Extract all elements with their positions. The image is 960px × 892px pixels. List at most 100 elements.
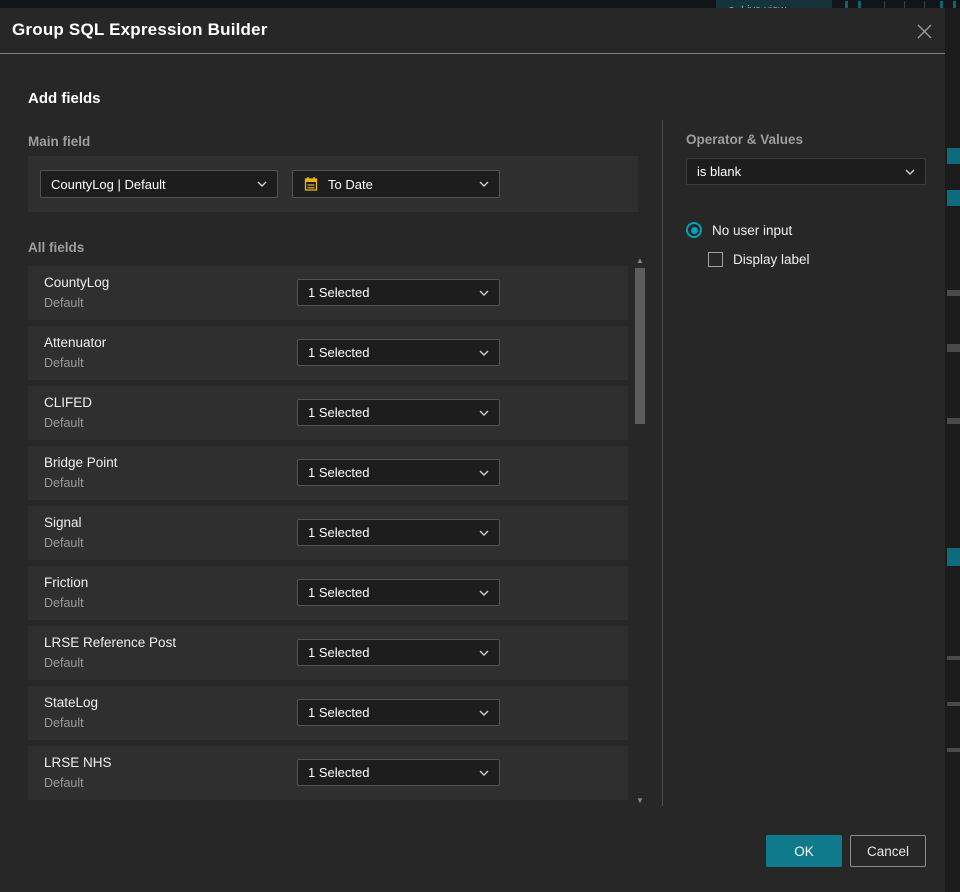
scrollbar-thumb[interactable] [635, 268, 645, 424]
operator-dropdown[interactable]: is blank [686, 158, 926, 185]
sliver-fragment [947, 748, 960, 752]
chevron-down-icon [479, 470, 489, 476]
sliver-fragment [947, 344, 960, 352]
sliver-fragment [947, 656, 960, 660]
field-sublabel: Default [44, 716, 84, 730]
dialog-titlebar: Group SQL Expression Builder [0, 8, 945, 54]
chevron-down-icon [479, 410, 489, 416]
live-view-button[interactable]: Live view [716, 0, 832, 8]
field-selection-dropdown[interactable]: 1 Selected [297, 759, 500, 786]
chevron-down-icon [479, 181, 489, 187]
field-row[interactable]: LRSE NHS Default 1 Selected [28, 746, 628, 800]
chevron-down-icon [479, 590, 489, 596]
toolbar-separator [884, 1, 885, 8]
main-field-dropdown-value: CountyLog | Default [51, 176, 166, 192]
date-type-dropdown[interactable]: To Date [292, 170, 500, 198]
field-selection-value: 1 Selected [308, 285, 370, 300]
close-button[interactable] [909, 16, 939, 46]
main-field-heading: Main field [28, 134, 91, 149]
field-selection-dropdown[interactable]: 1 Selected [297, 399, 500, 426]
field-selection-value: 1 Selected [308, 525, 370, 540]
sliver-fragment [947, 702, 960, 706]
toolbar-separator [904, 1, 905, 8]
toolbar-fragment [940, 1, 943, 8]
main-field-dropdown[interactable]: CountyLog | Default [40, 170, 278, 198]
all-fields-list: CountyLog Default 1 Selected Attenuator … [28, 266, 628, 806]
dialog-title: Group SQL Expression Builder [12, 20, 268, 39]
fields-scrollbar[interactable]: ▲ ▼ [634, 256, 646, 806]
field-sublabel: Default [44, 296, 84, 310]
no-user-input-radio[interactable]: No user input [686, 222, 792, 238]
toolbar-separator [924, 1, 925, 8]
field-selection-dropdown[interactable]: 1 Selected [297, 579, 500, 606]
field-selection-dropdown[interactable]: 1 Selected [297, 699, 500, 726]
field-row[interactable]: LRSE Reference Post Default 1 Selected [28, 626, 628, 680]
field-selection-dropdown[interactable]: 1 Selected [297, 639, 500, 666]
display-label-label: Display label [733, 252, 810, 267]
ok-button[interactable]: OK [766, 835, 842, 867]
field-name: StateLog [44, 695, 99, 710]
field-name: LRSE Reference Post [44, 635, 177, 650]
field-name: CountyLog [44, 275, 110, 290]
field-sublabel: Default [44, 656, 84, 670]
field-selection-value: 1 Selected [308, 645, 370, 660]
field-row[interactable]: StateLog Default 1 Selected [28, 686, 628, 740]
field-name: Bridge Point [44, 455, 118, 470]
field-sublabel: Default [44, 596, 84, 610]
display-label-checkbox[interactable]: Display label [708, 252, 810, 267]
chevron-down-icon [479, 290, 489, 296]
sliver-fragment [947, 548, 960, 566]
field-name: CLIFED [44, 395, 93, 410]
operator-dropdown-value: is blank [697, 164, 742, 179]
chevron-down-icon [905, 169, 915, 175]
chevron-down-icon [479, 650, 489, 656]
add-fields-heading: Add fields [28, 90, 101, 107]
field-row[interactable]: Attenuator Default 1 Selected [28, 326, 628, 380]
chevron-down-icon [479, 350, 489, 356]
toolbar-fragment [953, 1, 956, 8]
main-field-container: CountyLog | Default To Date [28, 156, 638, 212]
group-sql-expression-builder-dialog: Group SQL Expression Builder Add fields … [0, 8, 945, 892]
close-icon [917, 24, 931, 38]
field-row[interactable]: CountyLog Default 1 Selected [28, 266, 628, 320]
chevron-down-icon [479, 530, 489, 536]
field-row[interactable]: CLIFED Default 1 Selected [28, 386, 628, 440]
field-selection-dropdown[interactable]: 1 Selected [297, 279, 500, 306]
field-name: LRSE NHS [44, 755, 112, 770]
chevron-down-icon [257, 181, 267, 187]
toolbar-fragment [845, 1, 848, 8]
field-row[interactable]: Signal Default 1 Selected [28, 506, 628, 560]
scrollbar-down-arrow-icon[interactable]: ▼ [634, 796, 646, 806]
field-sublabel: Default [44, 476, 84, 490]
field-sublabel: Default [44, 356, 84, 370]
field-selection-dropdown[interactable]: 1 Selected [297, 339, 500, 366]
field-row[interactable]: Friction Default 1 Selected [28, 566, 628, 620]
operator-values-heading: Operator & Values [686, 132, 804, 147]
field-selection-value: 1 Selected [308, 405, 370, 420]
field-row[interactable]: Bridge Point Default 1 Selected [28, 446, 628, 500]
field-name: Signal [44, 515, 82, 530]
sliver-fragment [947, 418, 960, 424]
field-selection-dropdown[interactable]: 1 Selected [297, 519, 500, 546]
field-selection-value: 1 Selected [308, 765, 370, 780]
chevron-down-icon [479, 770, 489, 776]
field-sublabel: Default [44, 776, 84, 790]
sliver-fragment [947, 290, 960, 296]
toolbar-fragment [858, 1, 861, 8]
field-selection-value: 1 Selected [308, 345, 370, 360]
scrollbar-up-arrow-icon[interactable]: ▲ [634, 256, 646, 266]
checkbox-unchecked-icon [708, 252, 723, 267]
sliver-fragment [947, 148, 960, 164]
background-app-right-sliver [945, 8, 960, 892]
calendar-icon [304, 177, 318, 191]
field-sublabel: Default [44, 536, 84, 550]
field-selection-dropdown[interactable]: 1 Selected [297, 459, 500, 486]
chevron-down-icon [479, 710, 489, 716]
background-app-top-strip: Live view [0, 0, 960, 8]
cancel-button[interactable]: Cancel [850, 835, 926, 867]
field-selection-value: 1 Selected [308, 705, 370, 720]
field-sublabel: Default [44, 416, 84, 430]
field-selection-value: 1 Selected [308, 465, 370, 480]
field-name: Attenuator [44, 335, 107, 350]
all-fields-heading: All fields [28, 240, 85, 255]
